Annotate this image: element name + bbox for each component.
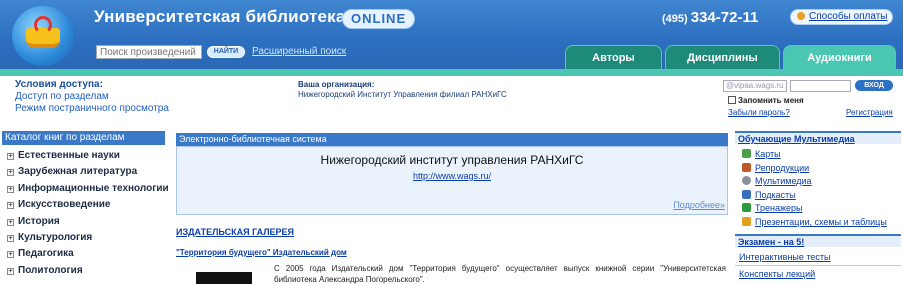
tab-disciplines[interactable]: Дисциплины [665, 45, 780, 69]
online-badge: ONLINE [342, 9, 416, 29]
multimedia-icon [742, 176, 751, 186]
expand-plus-icon[interactable]: + [7, 234, 14, 242]
checkbox-icon[interactable] [728, 96, 736, 104]
remember-me-checkbox[interactable]: Запомнить меня [728, 96, 804, 105]
header-band [0, 69, 903, 76]
expand-plus-icon[interactable]: + [7, 267, 14, 275]
catalog-item[interactable]: + Информационные технологии [2, 181, 169, 197]
password-input[interactable] [790, 80, 851, 92]
exam-heading[interactable]: Экзамен - на 5! [735, 234, 901, 247]
access-by-sections-link[interactable]: Доступ по разделам [15, 91, 169, 103]
forgot-password-link[interactable]: Забыли пароль? [728, 108, 790, 117]
access-conditions: Условия доступа: Доступ по разделам Режи… [15, 79, 169, 115]
presentation-icon [742, 216, 751, 226]
gallery-text: С 2005 года Издательский дом "Территория… [274, 264, 726, 284]
more-link[interactable]: Подробнее» [673, 200, 725, 210]
ebs-org-name: Нижегородский институт управления РАНХиГ… [320, 153, 584, 167]
library-logo-icon[interactable] [12, 6, 74, 66]
catalog-heading[interactable]: Каталог книг по разделам [2, 131, 165, 145]
catalog-item[interactable]: + Культурология [2, 230, 169, 246]
catalog-item[interactable]: + История [2, 214, 169, 230]
interactive-tests-link[interactable]: Интерактивные тесты [739, 252, 831, 262]
multimedia-list: Карты Репродукции Мультимедиа Подкасты Т… [742, 148, 887, 230]
catalog-item[interactable]: + Политология [2, 263, 169, 279]
multimedia-item[interactable]: Презентации, схемы и таблицы [742, 216, 887, 230]
catalog-list: + Естественные науки + Зарубежная литерату… [2, 148, 169, 279]
tab-audiobooks[interactable]: Аудиокниги [783, 45, 896, 72]
login-button[interactable]: ВХОД [855, 80, 893, 91]
site-header: Университетская библиотека ONLINE (495) … [0, 0, 903, 72]
publisher-logo-image[interactable] [196, 272, 252, 284]
expand-plus-icon[interactable]: + [7, 251, 14, 259]
catalog-item[interactable]: + Зарубежная литература [2, 164, 169, 180]
picture-icon [742, 162, 751, 172]
expand-plus-icon[interactable]: + [7, 202, 14, 210]
multimedia-heading[interactable]: Обучающие Мультимедиа [735, 131, 901, 144]
login-input[interactable]: @vipaa.wags.ru [723, 80, 787, 92]
gallery-publisher-link[interactable]: "Территория будущего" Издательский дом [176, 248, 347, 257]
multimedia-item[interactable]: Репродукции [742, 162, 887, 176]
organization-info: Ваша организация: Нижегородский Институт… [298, 80, 507, 99]
page-view-mode-link[interactable]: Режим постраничного просмотра [15, 103, 169, 115]
advanced-search-link[interactable]: Расширенный поиск [252, 46, 346, 57]
phone-number: (495) 334-72-11 [662, 9, 759, 26]
register-link[interactable]: Регистрация [846, 108, 893, 117]
multimedia-item[interactable]: Подкасты [742, 189, 887, 203]
expand-plus-icon[interactable]: + [7, 153, 14, 160]
catalog-item[interactable]: + Педагогика [2, 246, 169, 262]
trainer-icon [742, 203, 751, 213]
ebs-org-url: http://www.wags.ru/ [412, 171, 492, 181]
gallery-heading[interactable]: ИЗДАТЕЛЬСКАЯ ГАЛЕРЕЯ [176, 227, 294, 237]
payment-methods-button[interactable]: Способы оплаты [790, 9, 893, 25]
multimedia-item[interactable]: Мультимедиа [742, 175, 887, 189]
search-input[interactable] [96, 45, 202, 59]
site-title: Университетская библиотека [94, 7, 346, 26]
ebs-panel: Нижегородский институт управления РАНХиГ… [176, 146, 728, 215]
catalog-item[interactable]: + Искусствоведение [2, 197, 169, 213]
multimedia-item[interactable]: Карты [742, 148, 887, 162]
lecture-notes-link[interactable]: Конспекты лекций [739, 269, 815, 279]
ebs-heading: Электронно-библиотечная система [176, 133, 728, 146]
multimedia-item[interactable]: Тренажеры [742, 202, 887, 216]
podcast-icon [742, 189, 751, 199]
expand-plus-icon[interactable]: + [7, 185, 14, 193]
divider [735, 265, 901, 266]
expand-plus-icon[interactable]: + [7, 169, 14, 177]
expand-plus-icon[interactable]: + [7, 218, 14, 226]
map-icon [742, 149, 751, 158]
search-button[interactable]: НАЙТИ [207, 46, 245, 58]
tab-authors[interactable]: Авторы [565, 45, 662, 69]
coin-icon [797, 12, 805, 20]
catalog-item[interactable]: + Естественные науки [2, 148, 169, 164]
